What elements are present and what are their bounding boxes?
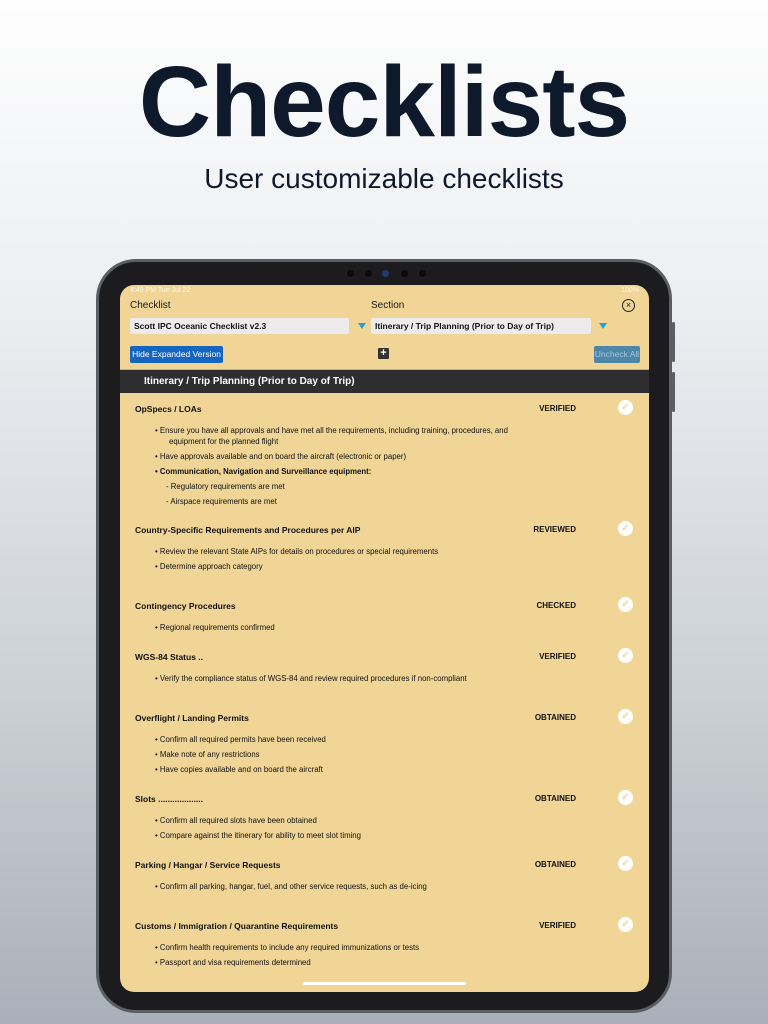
item-bullet: • Verify the compliance status of WGS-84… (155, 674, 467, 683)
item-bullet: • Make note of any restrictions (155, 750, 260, 759)
item-bullet: • Have copies available and on board the… (155, 765, 323, 774)
checkmark-icon[interactable]: ✓ (618, 521, 633, 536)
hero-subtitle: User customizable checklists (204, 163, 564, 194)
hero-title: Checklists (138, 46, 630, 158)
item-title: Overflight / Landing Permits (135, 713, 249, 723)
item-bullet: • Confirm all required permits have been… (155, 735, 326, 744)
item-bullet: • Confirm all required slots have been o… (155, 816, 317, 825)
uncheck-all-button[interactable]: Uncheck All (594, 346, 640, 363)
item-title: Contingency Procedures (135, 601, 236, 611)
hide-expanded-button[interactable]: Hide Expanded Version (130, 346, 223, 363)
item-bullet: • Have approvals available and on board … (155, 451, 407, 461)
checklist-select[interactable]: Scott IPC Oceanic Checklist v2.3 (130, 318, 349, 334)
camera-housing (335, 268, 435, 280)
status-badge: VERIFIED (539, 921, 576, 930)
checklist-item[interactable]: Slots ................... OBTAINED ✓ • Conf… (120, 790, 649, 860)
checkmark-icon[interactable]: ✓ (618, 790, 633, 805)
item-bullet: equipment for the planned flight (169, 436, 279, 446)
status-badge: CHECKED (536, 601, 576, 610)
item-bullet: • Communication, Navigation and Surveill… (155, 466, 372, 476)
chevron-down-icon[interactable] (599, 323, 607, 329)
checklist-item[interactable]: WGS-84 Status .. VERIFIED ✓ • Verify the co… (120, 648, 649, 713)
item-bullet: • Passport and visa requirements determi… (155, 958, 311, 967)
item-title: Parking / Hangar / Service Requests (135, 860, 281, 870)
checkmark-icon[interactable]: ✓ (618, 648, 633, 663)
chevron-down-icon[interactable] (358, 323, 366, 329)
checklist-item[interactable]: Country-Specific Requirements and Proced… (120, 521, 649, 601)
item-bullet: - Airspace requirements are met (166, 496, 277, 506)
status-time: 4:49 PM Tue Jul 22 (130, 287, 191, 294)
checklist-item[interactable]: Overflight / Landing Permits OBTAINED ✓ • C… (120, 709, 649, 794)
checkmark-icon[interactable]: ✓ (618, 709, 633, 724)
checkmark-icon[interactable]: ✓ (618, 917, 633, 932)
item-title: Slots ................... (135, 794, 204, 804)
status-badge: VERIFIED (539, 652, 576, 661)
app-screen: 4:49 PM Tue Jul 22 100% Checklist Sectio… (120, 285, 649, 992)
status-badge: OBTAINED (534, 860, 576, 869)
volume-button (672, 322, 675, 362)
home-indicator[interactable] (303, 982, 466, 985)
section-header: Itinerary / Trip Planning (Prior to Day … (120, 370, 649, 393)
item-title: WGS-84 Status .. (135, 652, 204, 662)
add-button[interactable]: + (378, 348, 389, 359)
section-select[interactable]: Itinerary / Trip Planning (Prior to Day … (371, 318, 591, 334)
battery-indicator: 100% (621, 287, 639, 294)
item-title: Country-Specific Requirements and Proced… (135, 525, 361, 535)
item-bullet: • Determine approach category (155, 562, 263, 571)
status-badge: REVIEWED (533, 525, 576, 534)
checkmark-icon[interactable]: ✓ (618, 856, 633, 871)
status-badge: OBTAINED (534, 713, 576, 722)
close-icon: × (625, 300, 632, 310)
item-bullet: • Review the relevant State AIPs for det… (155, 547, 439, 556)
checklist-label: Checklist (130, 300, 171, 311)
status-badge: OBTAINED (534, 794, 576, 803)
status-bar: 4:49 PM Tue Jul 22 100% (130, 287, 639, 297)
volume-button (672, 372, 675, 412)
item-title: Customs / Immigration / Quarantine Requi… (135, 921, 339, 931)
item-bullet: • Compare against the itinerary for abil… (155, 831, 361, 840)
checklist-item[interactable]: Parking / Hangar / Service Requests OBTAI… (120, 856, 649, 921)
item-title: OpSpecs / LOAs (135, 404, 202, 414)
checkmark-icon[interactable]: ✓ (618, 597, 633, 612)
section-label: Section (371, 300, 405, 311)
checklist-item[interactable]: OpSpecs / LOAs VERIFIED ✓ • Ensure you have… (120, 400, 649, 525)
status-badge: VERIFIED (539, 404, 576, 413)
item-bullet: • Regional requirements confirmed (155, 623, 275, 632)
checklist-item[interactable]: Contingency Procedures CHECKED ✓ • Regional… (120, 597, 649, 652)
item-bullet: • Confirm all parking, hangar, fuel, and… (155, 882, 427, 891)
item-bullet: • Confirm health requirements to include… (155, 943, 420, 952)
item-bullet: • Ensure you have all approvals and have… (155, 426, 508, 435)
item-bullet: - Regulatory requirements are met (166, 481, 285, 491)
close-button[interactable]: × (622, 299, 635, 312)
checkmark-icon[interactable]: ✓ (618, 400, 633, 415)
